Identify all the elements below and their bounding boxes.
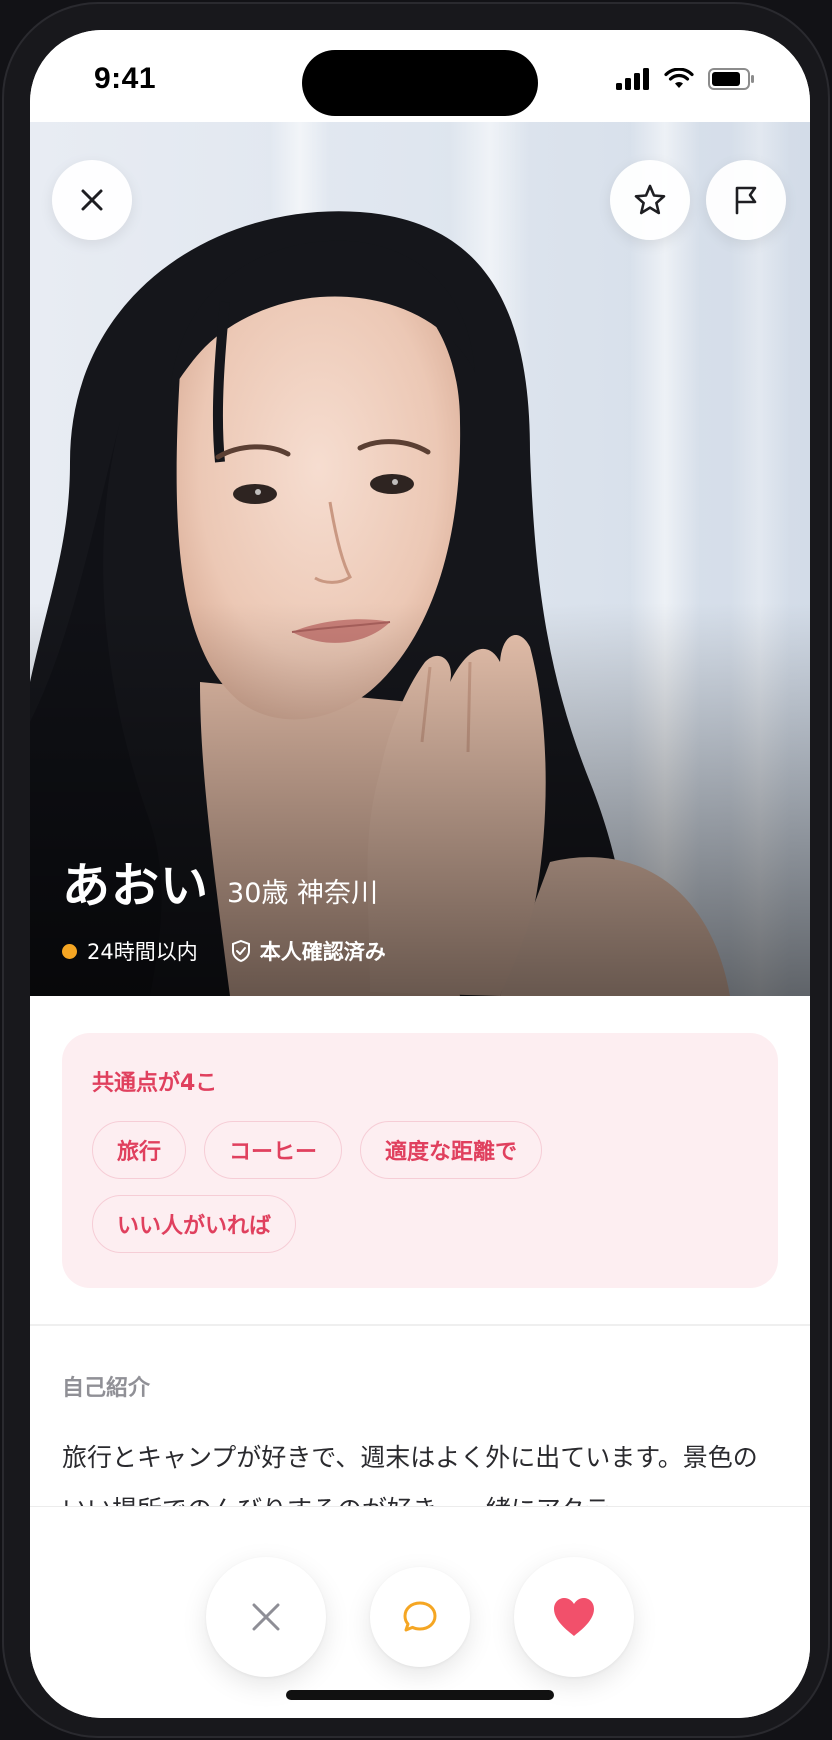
- meta-row: 24時間以内 本人確認済み: [62, 936, 386, 966]
- report-button[interactable]: [706, 160, 786, 240]
- common-points-title: 共通点が4こ: [92, 1071, 218, 1096]
- intro-section-label: 自己紹介: [62, 1376, 151, 1401]
- home-indicator[interactable]: [286, 1690, 554, 1700]
- online-status-dot: [62, 943, 77, 959]
- screen: 9:41 あおい 30歳 神奈川 24時間以内 本人確認済み 共通点が4こ 旅行…: [30, 30, 810, 1718]
- phone-frame: 9:41 あおい 30歳 神奈川 24時間以内 本人確認済み 共通点が4こ 旅行…: [2, 2, 830, 1738]
- profile-age-location: 30歳 神奈川: [227, 878, 378, 909]
- chat-bubble-icon: [403, 1601, 437, 1632]
- name-row: あおい 30歳 神奈川: [62, 846, 386, 916]
- pass-button[interactable]: [206, 1557, 326, 1677]
- profile-summary: あおい 30歳 神奈川 24時間以内 本人確認済み: [62, 846, 386, 966]
- common-tag[interactable]: コーヒー: [204, 1121, 343, 1179]
- favorite-button[interactable]: [610, 160, 690, 240]
- dynamic-island: [302, 50, 538, 116]
- cellular-signal-icon: [616, 68, 649, 90]
- wifi-icon: [664, 68, 694, 88]
- profile-photo[interactable]: あおい 30歳 神奈川 24時間以内 本人確認済み: [30, 122, 810, 996]
- status-icons: [616, 66, 756, 92]
- common-tags: 旅行 コーヒー 適度な距離で いい人がいれば: [92, 1121, 752, 1253]
- heart-icon: [554, 1598, 594, 1636]
- section-divider: [30, 1324, 810, 1326]
- common-tag[interactable]: いい人がいれば: [92, 1195, 297, 1253]
- star-icon: [634, 184, 666, 215]
- battery-icon: [708, 68, 754, 90]
- message-button[interactable]: [370, 1567, 470, 1667]
- close-button[interactable]: [52, 160, 132, 240]
- common-tag[interactable]: 旅行: [92, 1121, 187, 1179]
- flag-icon: [735, 186, 757, 215]
- close-icon: [252, 1603, 280, 1631]
- common-points-card: 共通点が4こ 旅行 コーヒー 適度な距離で いい人がいれば: [62, 1033, 778, 1288]
- close-icon: [81, 189, 103, 211]
- online-status-text: 24時間以内: [87, 940, 198, 964]
- shield-check-icon: [231, 939, 250, 963]
- common-tag[interactable]: 適度な距離で: [360, 1121, 543, 1179]
- status-time: 9:41: [94, 62, 157, 95]
- action-bar: [30, 1506, 810, 1718]
- status-bar: 9:41: [30, 30, 810, 122]
- verified-label: 本人確認済み: [259, 940, 386, 964]
- profile-name: あおい: [62, 858, 210, 914]
- verified-badge: 本人確認済み: [230, 936, 386, 966]
- like-button[interactable]: [514, 1557, 634, 1677]
